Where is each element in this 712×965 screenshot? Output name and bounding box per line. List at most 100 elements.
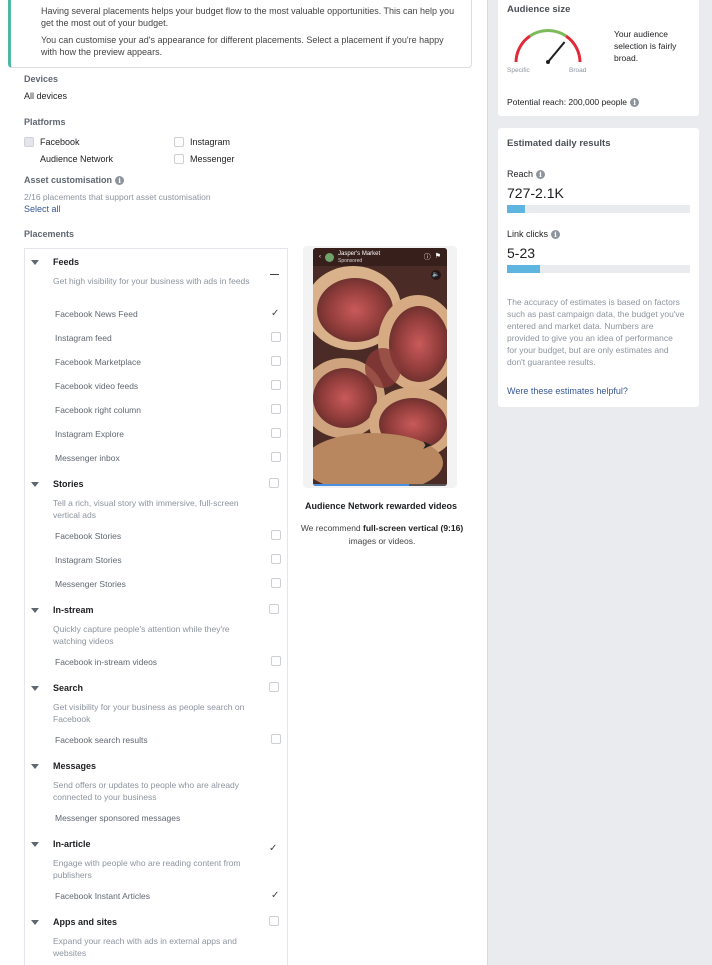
group-in-article-header[interactable]: In-article <box>25 837 287 851</box>
reach-value: 727-2.1K <box>507 185 564 201</box>
placement-label: Facebook right column <box>55 405 141 415</box>
placement-item[interactable]: Facebook video feeds <box>55 380 281 391</box>
daily-results-title: Estimated daily results <box>507 138 611 149</box>
placement-checkbox[interactable] <box>271 380 281 390</box>
group-checkbox[interactable] <box>269 838 279 848</box>
placement-checkbox[interactable] <box>271 734 281 744</box>
placement-item[interactable]: Messenger inbox <box>55 452 281 463</box>
flag-icon[interactable]: ⚑ <box>435 252 441 262</box>
placement-item[interactable]: Messenger Stories <box>55 578 281 589</box>
platform-label: Audience Network <box>40 154 114 164</box>
placement-checkbox[interactable] <box>271 554 281 564</box>
group-checkbox[interactable] <box>269 682 279 692</box>
placement-checkbox[interactable] <box>271 578 281 588</box>
placement-label: Facebook video feeds <box>55 381 139 391</box>
info-icon[interactable]: ⓘ <box>424 252 431 262</box>
group-checkbox[interactable] <box>269 478 279 488</box>
video-progress-fill <box>313 484 410 486</box>
placement-label: Facebook search results <box>55 735 148 745</box>
group-stories-header[interactable]: Stories <box>25 477 287 491</box>
group-title: Stories <box>53 479 84 489</box>
chevron-down-icon[interactable] <box>31 607 39 613</box>
group-checkbox[interactable] <box>269 916 279 926</box>
placement-item[interactable]: Facebook right column <box>55 404 281 415</box>
sponsored-label: Sponsored <box>338 257 363 264</box>
group-description: Get visibility for your business as peop… <box>53 702 245 724</box>
placement-item[interactable]: Facebook in-stream videos <box>55 656 281 667</box>
info-text-1: Having several placements helps your bud… <box>41 6 455 28</box>
reach-label-text: Reach <box>507 169 534 179</box>
placement-checkbox[interactable] <box>271 356 281 366</box>
placement-checkbox[interactable] <box>271 656 281 666</box>
page-identity: Jasper's Market Sponsored <box>338 251 380 264</box>
back-icon[interactable]: ‹ <box>319 254 321 260</box>
chevron-down-icon[interactable] <box>31 841 39 847</box>
estimates-disclaimer: The accuracy of estimates is based on fa… <box>507 297 685 367</box>
chevron-down-icon[interactable] <box>31 481 39 487</box>
group-in-stream-header[interactable]: In-stream <box>25 603 287 617</box>
audience-size-card: Audience size Specific Broad Your audien… <box>498 0 699 116</box>
mute-icon[interactable]: 🔈 <box>431 270 441 280</box>
chevron-down-icon[interactable] <box>31 763 39 769</box>
platform-label: Messenger <box>190 154 235 164</box>
link-clicks-bar-fill <box>507 265 540 273</box>
info-icon[interactable]: i <box>630 98 640 108</box>
placement-item[interactable]: Facebook search results <box>55 734 281 745</box>
recommendation-bold: full-screen vertical (9:16) <box>363 523 464 533</box>
platform-facebook[interactable]: Facebook <box>24 137 80 147</box>
group-messages-header[interactable]: Messages <box>25 759 287 773</box>
placement-item[interactable]: Messenger sponsored messages <box>55 813 281 823</box>
group-description: Quickly capture people's attention while… <box>53 624 230 646</box>
placement-item[interactable]: Facebook Stories <box>55 530 281 541</box>
info-icon[interactable]: i <box>115 176 125 186</box>
placement-checkbox[interactable] <box>271 332 281 342</box>
group-search-header[interactable]: Search <box>25 681 287 695</box>
devices-dropdown[interactable]: All devices <box>24 91 67 101</box>
info-icon[interactable]: i <box>536 170 546 180</box>
facebook-checkbox[interactable] <box>24 137 34 147</box>
placement-item[interactable]: Facebook News Feed <box>55 309 281 319</box>
reach-label: Reach i <box>507 169 546 180</box>
placement-checkbox[interactable] <box>271 530 281 540</box>
gauge-specific-label: Specific <box>507 67 530 74</box>
group-feeds-header[interactable]: Feeds <box>25 255 287 275</box>
audience-network-checkbox[interactable] <box>24 154 34 164</box>
group-title: In-article <box>53 839 91 849</box>
placement-checkbox[interactable] <box>271 428 281 438</box>
instagram-checkbox[interactable] <box>174 137 184 147</box>
group-apps-and-sites-header[interactable]: Apps and sites <box>25 915 287 929</box>
placement-checkbox[interactable] <box>271 452 281 462</box>
placement-label: Instagram Stories <box>55 555 122 565</box>
platform-audience-network[interactable]: Audience Network <box>24 154 113 164</box>
messenger-checkbox[interactable] <box>174 154 184 164</box>
group-checkbox[interactable] <box>269 604 279 614</box>
audience-size-title: Audience size <box>507 4 571 15</box>
mouse-cursor-icon: ➤ <box>422 438 433 452</box>
placement-checkbox[interactable] <box>271 404 281 414</box>
placement-item[interactable]: Facebook Marketplace <box>55 356 281 367</box>
placement-label: Instagram feed <box>55 333 112 343</box>
audience-size-description: Your audience selection is fairly broad. <box>614 29 677 63</box>
placement-item[interactable]: Facebook Instant Articles <box>55 891 281 901</box>
placement-item[interactable]: Instagram Explore <box>55 428 281 439</box>
group-description: Send offers or updates to people who are… <box>53 780 240 802</box>
ad-preview-header: ‹ Jasper's Market Sponsored ⓘ ⚑ <box>313 248 447 266</box>
info-icon[interactable]: i <box>551 230 561 240</box>
select-all-link[interactable]: Select all <box>24 204 61 214</box>
devices-label: Devices <box>24 74 59 84</box>
platform-instagram[interactable]: Instagram <box>174 137 230 147</box>
chevron-down-icon[interactable] <box>31 919 39 925</box>
gauge-needle <box>547 41 566 63</box>
placement-item[interactable]: Instagram feed <box>55 332 281 343</box>
placement-checkbox[interactable] <box>271 308 281 318</box>
minus-icon <box>270 273 279 275</box>
placement-checkbox[interactable] <box>271 890 281 900</box>
chevron-down-icon[interactable] <box>31 259 39 265</box>
group-collapse-control[interactable] <box>270 262 279 280</box>
estimates-helpful-link[interactable]: Were these estimates helpful? <box>507 386 628 396</box>
placement-item[interactable]: Instagram Stories <box>55 554 281 565</box>
link-clicks-value: 5-23 <box>507 245 536 261</box>
platform-messenger[interactable]: Messenger <box>174 154 235 164</box>
chevron-down-icon[interactable] <box>31 685 39 691</box>
group-title: In-stream <box>53 605 94 615</box>
